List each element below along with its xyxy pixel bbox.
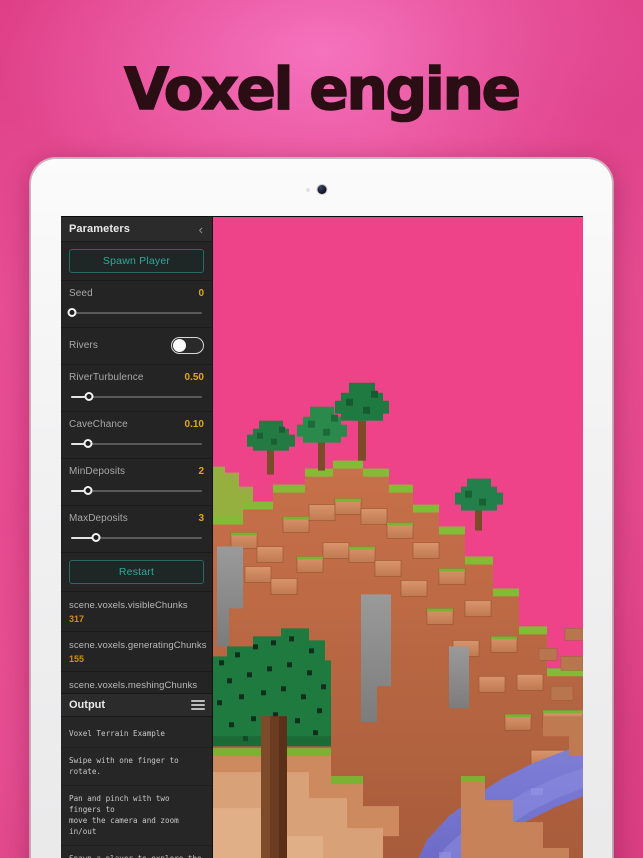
control-mindeposits-labels: MinDeposits 2: [69, 466, 204, 477]
control-label: Seed: [69, 288, 93, 299]
tablet-device: Parameters ‹ Spawn Player Seed 0 Rivers …: [30, 158, 613, 858]
page-title: Voxel engine: [123, 55, 521, 123]
slider-riverturbulence[interactable]: [69, 392, 204, 402]
log-line: Pan and pinch with two fingers to move t…: [61, 786, 212, 847]
slider-handle[interactable]: [83, 486, 93, 495]
stat-key: scene.voxels.generatingChunks: [69, 640, 207, 651]
slider-maxdeposits[interactable]: [69, 533, 204, 543]
control-label: CaveChance: [69, 419, 128, 430]
control-rivers: Rivers: [61, 328, 212, 365]
slider-handle[interactable]: [83, 439, 93, 448]
slider-handle[interactable]: [84, 392, 94, 401]
slider-track: [71, 312, 202, 314]
control-label: RiverTurbulence: [69, 372, 144, 383]
stat-key: scene.voxels.meshingChunks: [69, 680, 198, 691]
control-maxdeposits: MaxDeposits 3: [61, 506, 212, 553]
camera-dot-icon: [317, 185, 326, 194]
spawn-player-button[interactable]: Spawn Player: [69, 249, 204, 273]
output-title: Output: [69, 699, 106, 712]
parameters-title: Parameters: [69, 223, 130, 235]
chevron-left-icon[interactable]: ‹: [197, 223, 205, 236]
stat-generating-chunks: scene.voxels.generatingChunks 155: [61, 632, 212, 672]
output-panel-header: Output: [61, 693, 212, 718]
parameters-list: Spawn Player Seed 0 Rivers RiverTurbulen…: [61, 242, 212, 694]
restart-button[interactable]: Restart: [69, 560, 204, 584]
stat-value: 155: [69, 654, 85, 664]
app-screen: Parameters ‹ Spawn Player Seed 0 Rivers …: [61, 216, 583, 858]
control-cavechance: CaveChance 0.10: [61, 412, 212, 459]
voxel-terrain-3d-view[interactable]: [213, 217, 583, 858]
toggle-knob: [173, 339, 186, 352]
ambient-sensor-icon: [305, 188, 310, 192]
stat-meshing-chunks: scene.voxels.meshingChunks 123: [61, 672, 212, 693]
slider-mindeposits[interactable]: [69, 486, 204, 496]
log-line: Spawn a player to explore the world firs…: [61, 846, 212, 858]
slider-handle[interactable]: [67, 308, 77, 317]
control-value: 2: [198, 466, 204, 477]
log-line: Voxel Terrain Example: [61, 721, 212, 749]
control-cavechance-labels: CaveChance 0.10: [69, 419, 204, 430]
slider-seed[interactable]: [67, 308, 204, 318]
control-value: 0.10: [184, 419, 204, 430]
stat-value: 317: [69, 614, 85, 624]
control-riverturbulence-labels: RiverTurbulence 0.50: [69, 372, 204, 383]
control-value: 0: [198, 288, 204, 299]
hamburger-icon[interactable]: [191, 700, 205, 711]
output-console[interactable]: Voxel Terrain Example Swipe with one fin…: [61, 717, 212, 858]
parameters-panel-header: Parameters ‹: [61, 217, 212, 242]
control-label: MaxDeposits: [69, 513, 128, 524]
control-seed: Seed 0: [61, 281, 212, 328]
control-riverturbulence: RiverTurbulence 0.50: [61, 365, 212, 412]
control-label: MinDeposits: [69, 466, 126, 477]
control-mindeposits: MinDeposits 2: [61, 459, 212, 506]
stat-visible-chunks: scene.voxels.visibleChunks 317: [61, 592, 212, 632]
restart-row: Restart: [61, 553, 212, 592]
control-seed-labels: Seed 0: [69, 288, 204, 299]
log-line: Swipe with one finger to rotate.: [61, 748, 212, 787]
control-value: 0.50: [184, 372, 204, 383]
parameters-panel: Parameters ‹ Spawn Player Seed 0 Rivers …: [61, 217, 213, 858]
slider-cavechance[interactable]: [69, 439, 204, 449]
voxel-scene: [213, 217, 583, 858]
screenshot-root: Voxel engine Parameters ‹ Spawn Player S…: [0, 0, 643, 858]
rivers-toggle[interactable]: [171, 337, 204, 354]
spawn-player-row: Spawn Player: [61, 242, 212, 281]
control-label: Rivers: [69, 340, 98, 351]
foreground-tree-trunk: [261, 716, 287, 858]
control-maxdeposits-labels: MaxDeposits 3: [69, 513, 204, 524]
slider-handle[interactable]: [91, 533, 101, 542]
control-value: 3: [198, 513, 204, 524]
stat-key: scene.voxels.visibleChunks: [69, 600, 188, 611]
